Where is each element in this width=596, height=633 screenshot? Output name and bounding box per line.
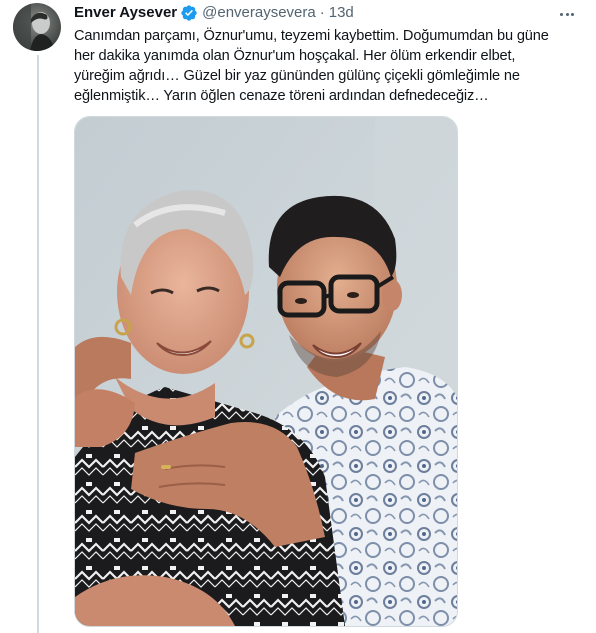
tweet-text: Canımdan parçamı, Öznur'umu, teyzemi kay… xyxy=(74,26,576,106)
avatar-column xyxy=(13,3,61,51)
avatar[interactable] xyxy=(13,3,61,51)
tweet[interactable]: Enver Aysever @enveraysevera · 13d Canım… xyxy=(0,0,596,633)
separator-dot: · xyxy=(319,4,325,21)
more-dots-icon[interactable] xyxy=(556,5,578,23)
tweet-text-line: eğlenmiştik… Yarın öğlen cenaze töreni a… xyxy=(74,88,489,104)
tweet-text-line: her dakika yanımda olan Öznur'um hoşçaka… xyxy=(74,48,516,64)
author-name[interactable]: Enver Aysever xyxy=(74,3,177,23)
tweet-header: Enver Aysever @enveraysevera · 13d xyxy=(74,3,354,23)
tweet-text-line: yüreğim ağrıdı… Güzel bir yaz gününden g… xyxy=(74,68,520,84)
verified-badge-icon xyxy=(180,4,198,22)
author-handle[interactable]: @enveraysevera xyxy=(202,3,316,23)
timestamp[interactable]: 13d xyxy=(329,3,354,23)
tweet-text-line: Canımdan parçamı, Öznur'umu, teyzemi kay… xyxy=(74,28,549,44)
tweet-photo[interactable] xyxy=(74,116,458,627)
thread-line xyxy=(37,55,39,633)
